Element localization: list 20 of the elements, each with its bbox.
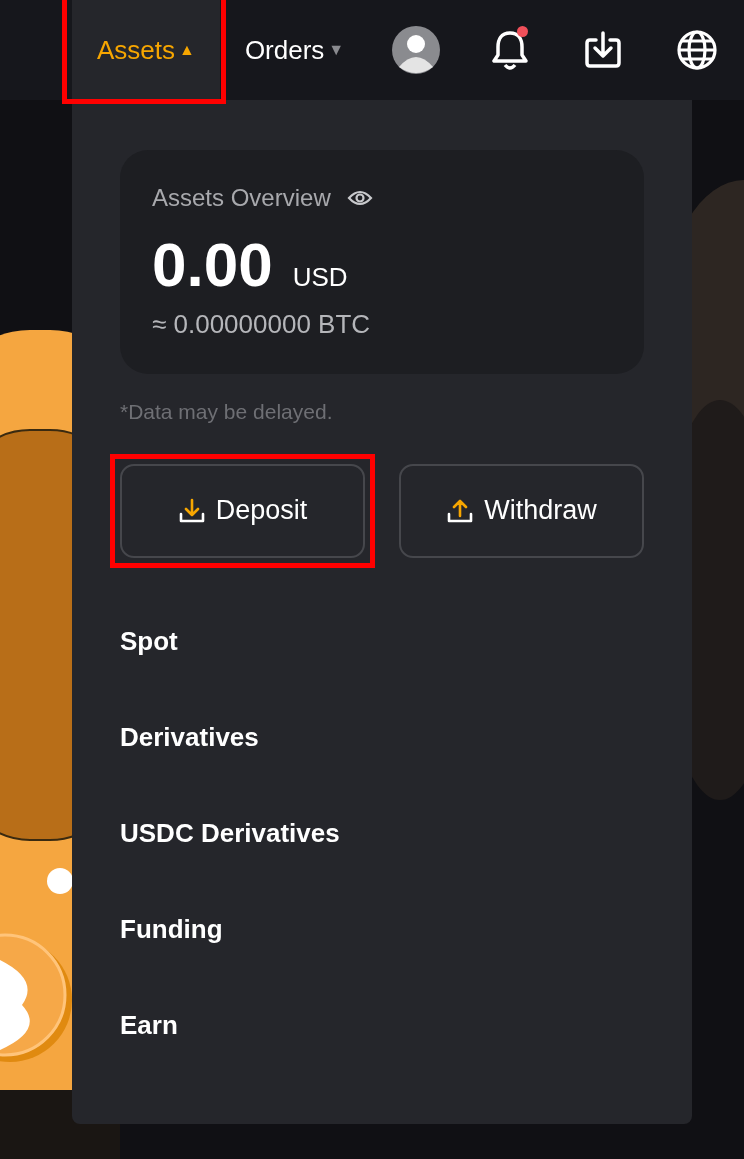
deposit-button[interactable]: Deposit: [120, 463, 365, 558]
menu-item[interactable]: Earn: [120, 977, 644, 1074]
balance-amount: 0.00: [152, 234, 273, 296]
download-icon[interactable]: [583, 30, 624, 70]
btc-equivalent: ≈ 0.00000000 BTC: [152, 308, 372, 341]
menu-item[interactable]: Spot: [120, 593, 644, 690]
eye-icon[interactable]: [346, 188, 373, 208]
menu-item[interactable]: Funding: [120, 881, 644, 978]
card-title: Assets Overview: [152, 183, 331, 213]
menu-item[interactable]: Derivatives: [120, 689, 644, 786]
download-icon: [177, 496, 206, 525]
withdraw-button[interactable]: Withdraw: [399, 463, 644, 558]
globe-icon[interactable]: [676, 29, 719, 71]
bell-icon[interactable]: [489, 28, 530, 72]
nav-menu-item[interactable]: Orders▼: [219, 0, 370, 100]
nav-menu-item[interactable]: Assets▲: [72, 0, 220, 100]
currency-label: USD: [292, 261, 348, 294]
avatar-icon[interactable]: [391, 25, 442, 75]
delay-note: *Data may be delayed.: [120, 399, 334, 425]
menu-item[interactable]: USDC Derivatives: [120, 785, 644, 882]
